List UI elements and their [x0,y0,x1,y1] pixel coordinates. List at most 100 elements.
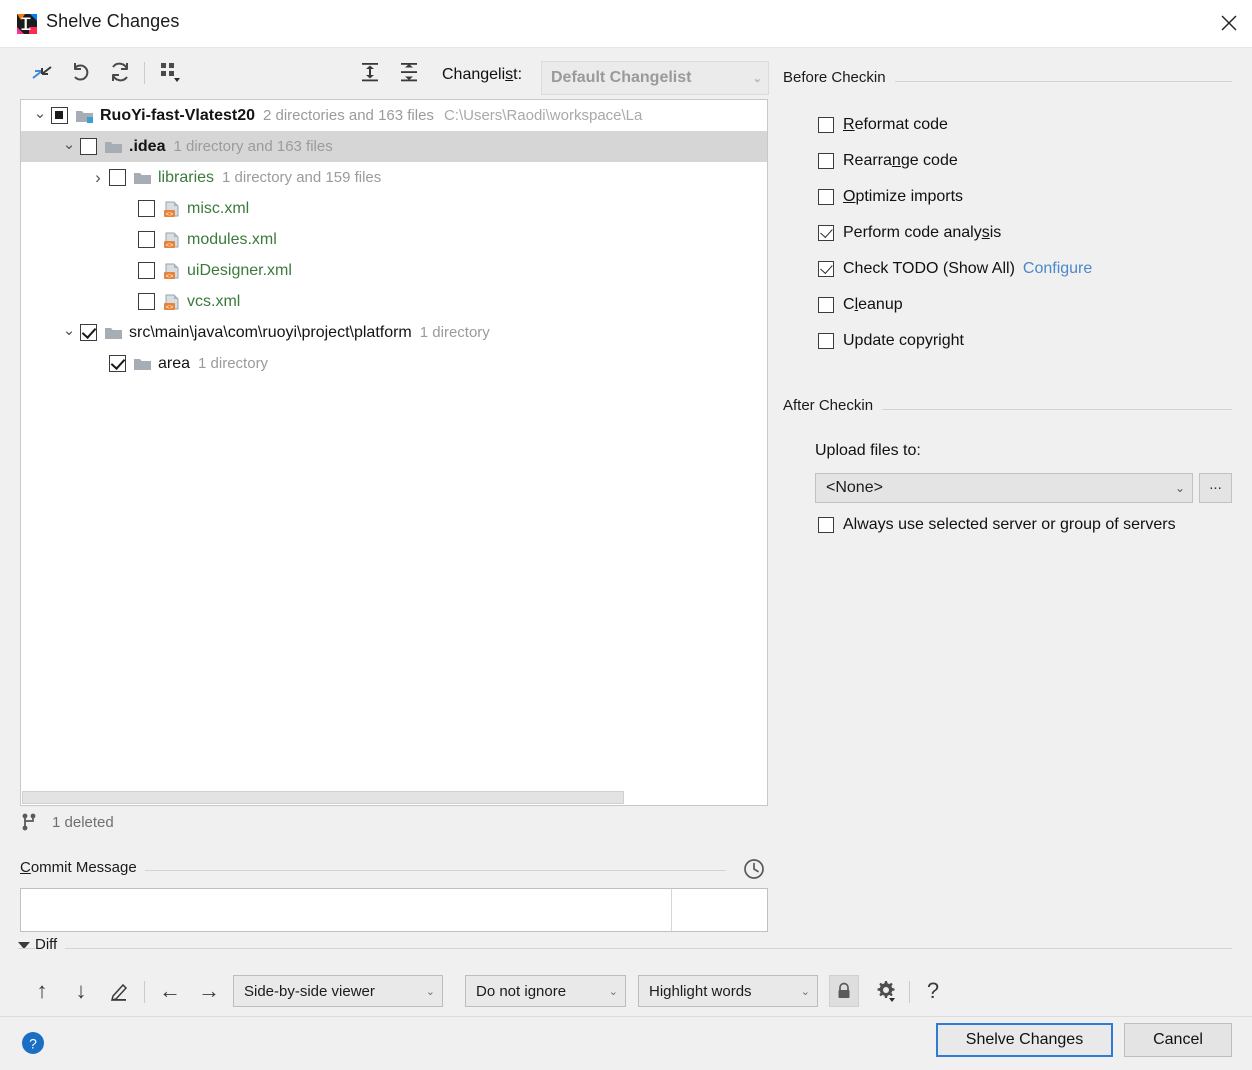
edit-source-icon[interactable] [102,973,138,1009]
before-checkin-header: Before Checkin [783,69,1232,92]
xml-file-icon: <> [162,232,181,248]
close-icon[interactable] [1206,0,1252,46]
tree-row[interactable]: <> uiDesigner.xml [21,255,767,286]
tree-checkbox[interactable] [80,138,97,155]
cleanup-checkbox[interactable]: Cleanup [818,294,903,316]
commit-message-header: Commit Message [20,858,768,882]
always-use-server-label: Always use selected server or group of s… [843,516,1176,533]
tree-checkbox[interactable] [51,107,68,124]
intellij-idea-icon [16,13,38,35]
rearrange-code-checkbox[interactable]: Rearrange code [818,150,958,172]
expand-all-icon[interactable] [352,54,388,90]
diff-toolbar-divider-1 [144,981,145,1003]
svg-text:<>: <> [166,303,174,310]
diff-section-rule [18,948,1232,949]
deleted-status-row: 1 deleted [20,808,114,836]
help-icon[interactable]: ? [20,1030,46,1056]
accept-right-icon[interactable]: → [191,973,227,1009]
checkbox-indicator [818,297,834,313]
cancel-button[interactable]: Cancel [1124,1023,1232,1057]
whitespace-mode-value: Do not ignore [476,982,567,1000]
viewer-mode-dropdown[interactable]: Side-by-side viewer ⌄ [233,975,443,1007]
refresh-icon[interactable] [102,54,138,90]
upload-server-value: <None> [826,479,883,496]
chevron-right-icon[interactable]: › [87,169,109,186]
tree-checkbox[interactable] [109,169,126,186]
changelist-value: Default Changelist [551,69,692,86]
svg-text:<>: <> [166,210,174,217]
collapse-all-icon[interactable] [391,54,427,90]
tree-checkbox[interactable] [138,262,155,279]
question-mark-icon[interactable]: ? [915,973,951,1009]
reformat-code-checkbox-label: Reformat code [843,116,948,133]
accept-left-icon[interactable]: ← [152,973,188,1009]
changes-tree[interactable]: ⌄ RuoYi-fast-Vlatest20 2 directories and 1… [20,99,768,806]
upload-server-dropdown[interactable]: <None> ⌄ [815,473,1193,503]
chevron-down-icon: ⌄ [1174,481,1185,495]
diff-section-header: Diff [18,936,1232,960]
revert-icon[interactable] [63,54,99,90]
changelist-dropdown[interactable]: Default Changelist ⌄ [541,61,769,95]
highlight-mode-dropdown[interactable]: Highlight words ⌄ [638,975,818,1007]
deleted-count-label: 1 deleted [52,813,114,831]
always-use-server-checkbox[interactable]: Always use selected server or group of s… [818,514,1176,536]
tree-item-meta: 1 directory [198,355,269,372]
gear-icon[interactable] [868,973,904,1009]
chevron-down-icon[interactable]: ⌄ [29,106,51,126]
check-todo-checkbox[interactable]: Check TODO (Show All) Configure [818,258,1092,280]
tree-checkbox[interactable] [109,355,126,372]
commit-message-input[interactable] [20,888,768,932]
checkbox-indicator [818,225,834,241]
scrollbar-thumb[interactable] [22,791,624,804]
svg-text:?: ? [29,1036,37,1052]
optimize-imports-checkbox[interactable]: Optimize imports [818,186,963,208]
upload-files-label: Upload files to: [815,442,921,459]
chevron-down-icon[interactable]: ⌄ [58,137,80,157]
tree-row[interactable]: ⌄ src\main\java\com\ruoyi\project\platfor… [21,317,767,348]
tree-row[interactable]: ⌄ RuoYi-fast-Vlatest20 2 directories and 1… [21,100,767,131]
shelve-silently-icon[interactable] [24,54,60,90]
svg-text:<>: <> [166,241,174,248]
previous-difference-icon[interactable]: ↑ [24,973,60,1009]
tree-row[interactable]: <> vcs.xml [21,286,767,317]
check-todo-checkbox-label: Check TODO (Show All) [843,260,1015,277]
xml-file-icon: <> [162,263,181,279]
perform-code-analysis-checkbox[interactable]: Perform code analysis [818,222,1001,244]
browse-servers-button[interactable]: ... [1199,473,1232,503]
configure-link[interactable]: Configure [1023,260,1092,278]
whitespace-mode-dropdown[interactable]: Do not ignore ⌄ [465,975,626,1007]
next-difference-icon[interactable]: ↓ [63,973,99,1009]
folder-icon [104,139,123,155]
tree-item-name: libraries [158,168,215,186]
update-copyright-checkbox[interactable]: Update copyright [818,330,964,352]
tree-row[interactable]: › libraries 1 directory and 159 files [21,162,767,193]
horizontal-scrollbar[interactable] [22,789,767,804]
chevron-down-icon: ⌄ [752,72,762,85]
lock-icon[interactable] [829,975,859,1007]
tree-checkbox[interactable] [80,324,97,341]
tree-row[interactable]: ⌄ .idea 1 directory and 163 files [21,131,767,162]
toolbar-divider [144,62,145,84]
tree-row[interactable]: <> misc.xml [21,193,767,224]
diff-toolbar: ↑ ↓ ← → Side-by-side viewer ⌄ Do not ign… [0,968,1252,1016]
tree-rows: ⌄ RuoYi-fast-Vlatest20 2 directories and 1… [21,100,767,379]
rearrange-code-checkbox-label: Rearrange code [843,152,958,169]
tree-row[interactable]: <> modules.xml [21,224,767,255]
clock-icon[interactable] [740,855,768,883]
tree-item-name: area [158,354,191,372]
chevron-down-icon: ⌄ [425,985,435,998]
folder-icon [133,356,152,372]
chevron-down-icon[interactable]: ⌄ [58,323,80,343]
tree-checkbox[interactable] [138,231,155,248]
tree-checkbox[interactable] [138,200,155,217]
diff-section-label: Diff [35,936,66,953]
tree-checkbox[interactable] [138,293,155,310]
group-by-icon[interactable] [152,54,188,90]
tree-item-name: misc.xml [187,199,250,217]
title-bar: Shelve Changes [0,0,1252,48]
reformat-code-checkbox[interactable]: Reformat code [818,114,948,136]
tree-row[interactable]: area 1 directory [21,348,767,379]
checkbox-indicator [818,189,834,205]
tree-item-meta: 1 directory and 163 files [173,138,333,155]
shelve-changes-button[interactable]: Shelve Changes [936,1023,1113,1057]
